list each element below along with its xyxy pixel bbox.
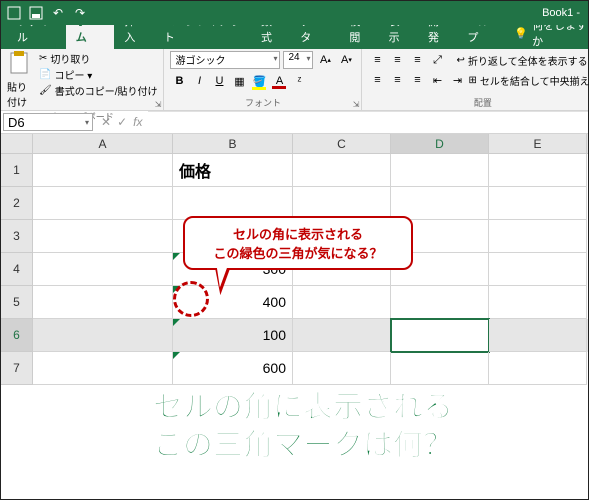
cell-e5[interactable] xyxy=(489,286,587,319)
fill-color-button[interactable]: 🪣 xyxy=(250,72,268,90)
brush-icon: 🖌 xyxy=(39,85,52,96)
row-header-1[interactable]: 1 xyxy=(1,154,33,187)
formula-bar: D6▾ ✕ ✓ fx xyxy=(1,111,588,134)
align-bottom-button[interactable]: ≡ xyxy=(408,51,426,69)
copy-button[interactable]: 📄コピー ▾ xyxy=(39,67,157,82)
error-indicator-icon xyxy=(173,253,180,260)
cell-a7[interactable] xyxy=(33,352,173,385)
decrease-indent-button[interactable]: ⇤ xyxy=(428,71,446,89)
error-indicator-icon xyxy=(173,319,180,326)
cell-e4[interactable] xyxy=(489,253,587,286)
ribbon-group-clipboard: 貼り付け ✂切り取り 📄コピー ▾ 🖌書式のコピー/貼り付け クリップボード ⇲ xyxy=(1,49,164,110)
merge-center-button[interactable]: ⊞セルを結合して中央揃え ▾ xyxy=(468,73,589,88)
paste-button[interactable]: 貼り付け xyxy=(7,51,35,109)
underline-button[interactable]: U xyxy=(210,72,228,90)
chevron-down-icon: ▾ xyxy=(85,118,89,127)
cell-a1[interactable] xyxy=(33,154,173,187)
error-indicator-icon xyxy=(173,352,180,359)
bold-button[interactable]: B xyxy=(170,72,188,90)
select-all-corner[interactable] xyxy=(1,134,33,153)
chevron-down-icon: ▾ xyxy=(306,54,310,63)
lightbulb-icon: 💡 xyxy=(514,27,528,40)
row-header-6[interactable]: 6 xyxy=(1,319,33,352)
col-header-d[interactable]: D xyxy=(391,134,489,153)
cell-a3[interactable] xyxy=(33,220,173,253)
save-icon[interactable] xyxy=(29,6,43,20)
cell-d5[interactable] xyxy=(391,286,489,319)
cell-c6[interactable] xyxy=(293,319,391,352)
align-left-button[interactable]: ≡ xyxy=(368,71,386,89)
copy-icon: 📄 xyxy=(39,69,51,80)
cell-d1[interactable] xyxy=(391,154,489,187)
workbook-title: Book1 - xyxy=(542,7,580,19)
col-header-c[interactable]: C xyxy=(293,134,391,153)
font-size-combo[interactable]: 24▾ xyxy=(283,51,313,69)
font-name-combo[interactable]: 游ゴシック▾ xyxy=(170,51,280,69)
increase-font-button[interactable]: A▴ xyxy=(316,51,334,69)
font-dialog-launcher[interactable]: ⇲ xyxy=(353,100,360,109)
cell-d6[interactable] xyxy=(391,319,489,352)
wrap-text-button[interactable]: ↩折り返して全体を表示する xyxy=(456,53,587,68)
align-center-button[interactable]: ≡ xyxy=(388,71,406,89)
ribbon: 貼り付け ✂切り取り 📄コピー ▾ 🖌書式のコピー/貼り付け クリップボード ⇲… xyxy=(1,49,588,111)
align-middle-button[interactable]: ≡ xyxy=(388,51,406,69)
row-header-7[interactable]: 7 xyxy=(1,352,33,385)
name-box[interactable]: D6▾ xyxy=(3,113,93,131)
chevron-down-icon: ▾ xyxy=(273,54,277,63)
title-bar: ↶ ↷ Book1 - xyxy=(1,1,588,25)
row-header-4[interactable]: 4 xyxy=(1,253,33,286)
annotation-headline: セルの角に表示される この三角マークは何？ xyxy=(153,389,453,464)
cell-a5[interactable] xyxy=(33,286,173,319)
cut-button[interactable]: ✂切り取り xyxy=(39,51,157,66)
cell-e3[interactable] xyxy=(489,220,587,253)
col-header-e[interactable]: E xyxy=(489,134,587,153)
ribbon-group-alignment: ≡ ≡ ≡ ⤢ ↩折り返して全体を表示する ≡ ≡ ≡ ⇤ ⇥ ⊞セルを結合して… xyxy=(362,49,589,110)
align-right-button[interactable]: ≡ xyxy=(408,71,426,89)
col-header-b[interactable]: B xyxy=(173,134,293,153)
align-top-button[interactable]: ≡ xyxy=(368,51,386,69)
cell-c5[interactable] xyxy=(293,286,391,319)
border-button[interactable]: ▦ xyxy=(230,72,248,90)
cell-b1[interactable]: 価格 xyxy=(173,154,293,187)
cell-d2[interactable] xyxy=(391,187,489,220)
ribbon-tabs: ファイル ホーム 挿入 ページレイアウト 数式 データ 校閲 表示 開発 ヘルプ… xyxy=(1,25,588,49)
clipboard-dialog-launcher[interactable]: ⇲ xyxy=(155,100,162,109)
cell-b7[interactable]: 600 xyxy=(173,352,293,385)
scissors-icon: ✂ xyxy=(39,53,47,64)
format-painter-button[interactable]: 🖌書式のコピー/貼り付け xyxy=(39,83,157,98)
italic-button[interactable]: I xyxy=(190,72,208,90)
cell-a6[interactable] xyxy=(33,319,173,352)
redo-icon[interactable]: ↷ xyxy=(73,6,87,20)
phonetic-button[interactable]: ᶻ xyxy=(290,72,308,90)
cell-b6[interactable]: 100 xyxy=(173,319,293,352)
cell-e7[interactable] xyxy=(489,352,587,385)
font-color-button[interactable]: A xyxy=(270,72,288,90)
cell-e1[interactable] xyxy=(489,154,587,187)
row-header-3[interactable]: 3 xyxy=(1,220,33,253)
formula-input[interactable] xyxy=(148,111,588,133)
undo-icon[interactable]: ↶ xyxy=(51,6,65,20)
row-header-5[interactable]: 5 xyxy=(1,286,33,319)
annotation-callout: セルの角に表示される この緑色の三角が気になる？ xyxy=(183,216,413,270)
wrap-icon: ↩ xyxy=(456,55,464,66)
cell-a2[interactable] xyxy=(33,187,173,220)
cell-c1[interactable] xyxy=(293,154,391,187)
decrease-font-button[interactable]: A▾ xyxy=(337,51,355,69)
autosave-icon[interactable] xyxy=(7,6,21,20)
cell-d7[interactable] xyxy=(391,352,489,385)
cell-a4[interactable] xyxy=(33,253,173,286)
increase-indent-button[interactable]: ⇥ xyxy=(448,71,466,89)
col-header-a[interactable]: A xyxy=(33,134,173,153)
orientation-button[interactable]: ⤢ xyxy=(428,51,446,69)
cell-e6[interactable] xyxy=(489,319,587,352)
row-header-2[interactable]: 2 xyxy=(1,187,33,220)
cell-c7[interactable] xyxy=(293,352,391,385)
cell-e2[interactable] xyxy=(489,187,587,220)
ribbon-group-font: 游ゴシック▾ 24▾ A▴ A▾ B I U ▦ 🪣 A ᶻ フォント ⇲ xyxy=(164,49,362,110)
merge-icon: ⊞ xyxy=(468,75,476,86)
